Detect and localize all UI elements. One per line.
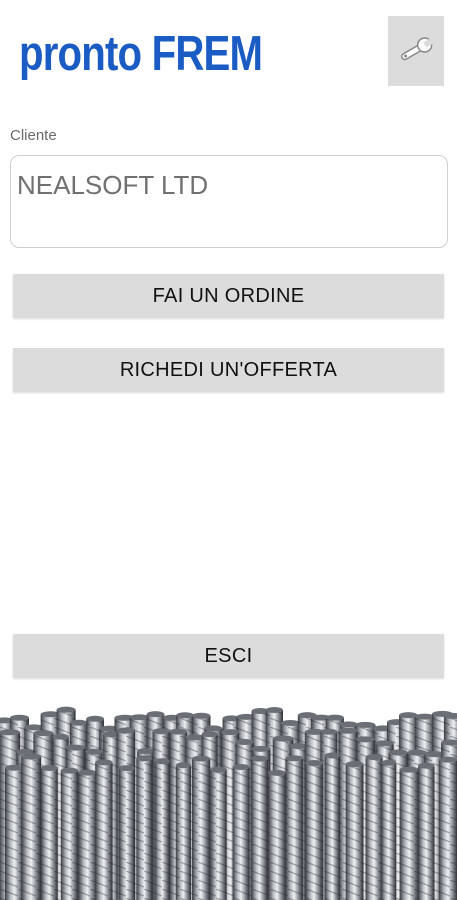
rebar [285, 755, 303, 900]
rebar [418, 762, 435, 900]
rebar [78, 769, 97, 900]
rebar-image [0, 706, 457, 900]
rebar [305, 760, 323, 900]
order-button[interactable]: FAI UN ORDINE [13, 274, 444, 318]
rebar [40, 765, 58, 900]
settings-button[interactable] [388, 16, 444, 86]
rebar [324, 752, 340, 900]
wrench-icon [397, 35, 435, 68]
request-offer-button[interactable]: RICHEDI UN'OFFERTA [13, 348, 444, 392]
rebar [438, 756, 457, 900]
rebar [118, 765, 135, 900]
cliente-label: Cliente [10, 127, 57, 144]
cliente-field[interactable]: NEALSOFT LTD [10, 155, 448, 248]
app-logo: pronto FREM [19, 27, 263, 81]
rebar [175, 762, 191, 900]
rebar [251, 755, 268, 900]
rebar [268, 769, 286, 900]
rebar [399, 766, 419, 900]
rebar [365, 754, 383, 900]
rebar [191, 755, 211, 900]
rebar [381, 759, 397, 900]
rebar [154, 758, 170, 900]
rebar [232, 763, 250, 900]
rebar [210, 766, 227, 900]
rebar [136, 755, 153, 900]
exit-button[interactable]: ESCI [13, 634, 444, 678]
rebar [60, 767, 79, 900]
rebar [21, 753, 42, 900]
rebar [345, 761, 364, 900]
rebar [95, 759, 113, 900]
